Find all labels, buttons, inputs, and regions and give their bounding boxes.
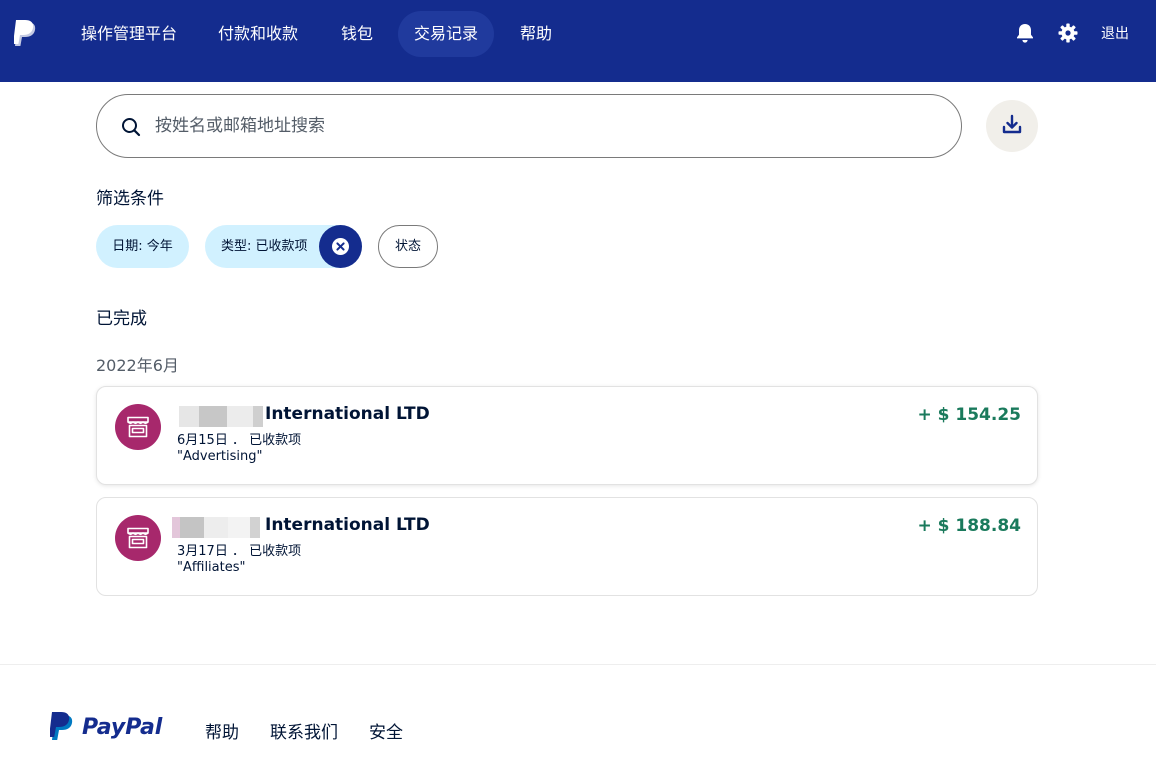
footer-link-security[interactable]: 安全 — [369, 718, 403, 743]
merchant-avatar — [115, 515, 161, 561]
filter-chip-date[interactable]: 日期: 今年 — [96, 225, 189, 268]
merchant-name: International LTD — [265, 515, 430, 535]
filter-chip-status[interactable]: 状态 — [378, 225, 438, 268]
month-heading: 2022年6月 — [96, 356, 179, 375]
merchant-name: International LTD — [265, 404, 430, 424]
transaction-amount: + $ 154.25 — [917, 405, 1021, 425]
gear-icon[interactable] — [1057, 22, 1079, 44]
transaction-amount: + $ 188.84 — [917, 516, 1021, 536]
redacted-name-block — [177, 406, 263, 427]
transaction-date-type: 6月15日 ． 已收款项 — [177, 433, 302, 448]
bell-icon[interactable] — [1014, 22, 1036, 44]
nav-help[interactable]: 帮助 — [504, 11, 568, 57]
close-circle-icon — [332, 238, 349, 255]
search-input[interactable] — [155, 109, 935, 143]
store-icon — [127, 416, 149, 438]
download-button[interactable] — [986, 100, 1038, 152]
nav-send-and-request[interactable]: 付款和收款 — [202, 11, 314, 57]
footer-link-contact[interactable]: 联系我们 — [270, 718, 338, 743]
paypal-logo-icon[interactable] — [13, 20, 40, 48]
merchant-avatar — [115, 404, 161, 450]
transaction-note: "Advertising" — [177, 449, 263, 464]
section-title-completed: 已完成 — [96, 309, 147, 329]
redacted-name-block — [172, 517, 260, 538]
transaction-row[interactable]: International LTD 3月17日 ． 已收款项 "Affiliat… — [96, 497, 1038, 596]
footer-divider — [0, 664, 1156, 665]
download-icon — [1002, 114, 1022, 134]
nav-dashboard[interactable]: 操作管理平台 — [65, 11, 193, 57]
nav-wallet[interactable]: 钱包 — [325, 11, 389, 57]
search-icon — [121, 117, 141, 137]
store-icon — [127, 527, 149, 549]
search-box[interactable] — [96, 94, 962, 158]
top-navigation-bar: 操作管理平台 付款和收款 钱包 交易记录 帮助 退出 — [0, 0, 1156, 82]
nav-activity[interactable]: 交易记录 — [398, 11, 495, 57]
logout-link[interactable]: 退出 — [1101, 23, 1129, 43]
transaction-note: "Affiliates" — [177, 560, 246, 575]
clear-type-filter-button[interactable] — [319, 225, 362, 268]
paypal-logo-icon — [50, 712, 73, 740]
footer-brand-text: PayPal — [82, 715, 163, 740]
transaction-row[interactable]: International LTD 6月15日 ． 已收款项 "Advertis… — [96, 386, 1038, 485]
footer-link-help[interactable]: 帮助 — [205, 718, 239, 743]
filters-title: 筛选条件 — [96, 189, 164, 209]
transaction-date-type: 3月17日 ． 已收款项 — [177, 544, 302, 559]
